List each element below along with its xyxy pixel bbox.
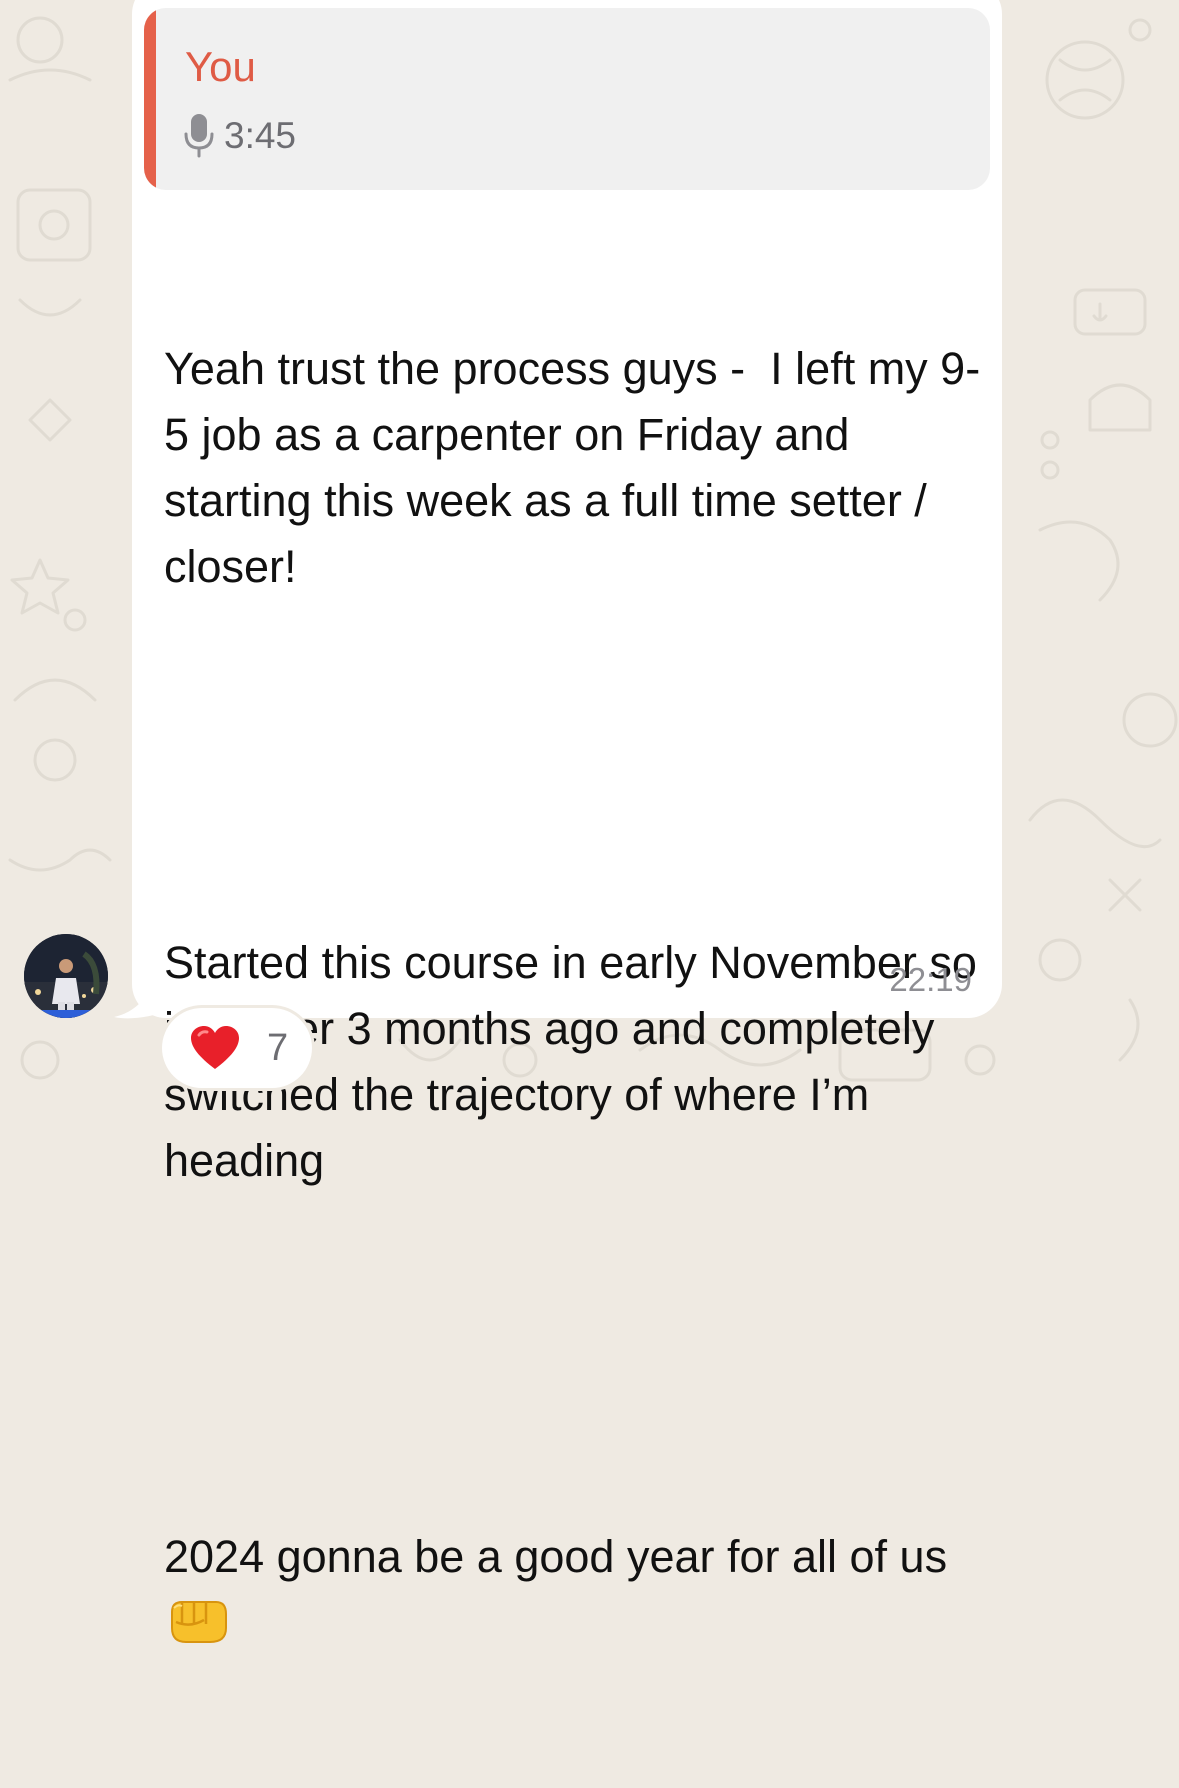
message-bubble[interactable]: You 3:45 Yeah trust the process guys - I… xyxy=(132,0,1002,1643)
quote-accent-bar xyxy=(144,8,156,190)
message-text: Yeah trust the process guys - I left my … xyxy=(164,204,984,1788)
avatar-photo xyxy=(24,934,108,1018)
message-paragraph-3-wrap: 2024 gonna be a good year for all of us xyxy=(164,1524,984,1656)
sender-avatar[interactable] xyxy=(24,934,108,1018)
reaction-count: 7 xyxy=(267,1027,289,1069)
message-paragraph-3: 2024 gonna be a good year for all of us xyxy=(164,1531,948,1582)
message-timestamp: 22:19 xyxy=(889,961,972,998)
quote-voice-info: 3:45 xyxy=(184,112,296,158)
oncoming-fist-emoji xyxy=(171,1601,227,1643)
reaction-pill[interactable]: 7 xyxy=(162,1008,312,1088)
message-paragraph-1: Yeah trust the process guys - I left my … xyxy=(164,343,981,592)
red-heart-icon xyxy=(191,1026,239,1069)
voice-duration: 3:45 xyxy=(224,114,297,156)
microphone-icon xyxy=(184,114,214,158)
quote-author: You xyxy=(185,43,256,90)
quoted-reply[interactable]: You 3:45 xyxy=(144,8,990,190)
